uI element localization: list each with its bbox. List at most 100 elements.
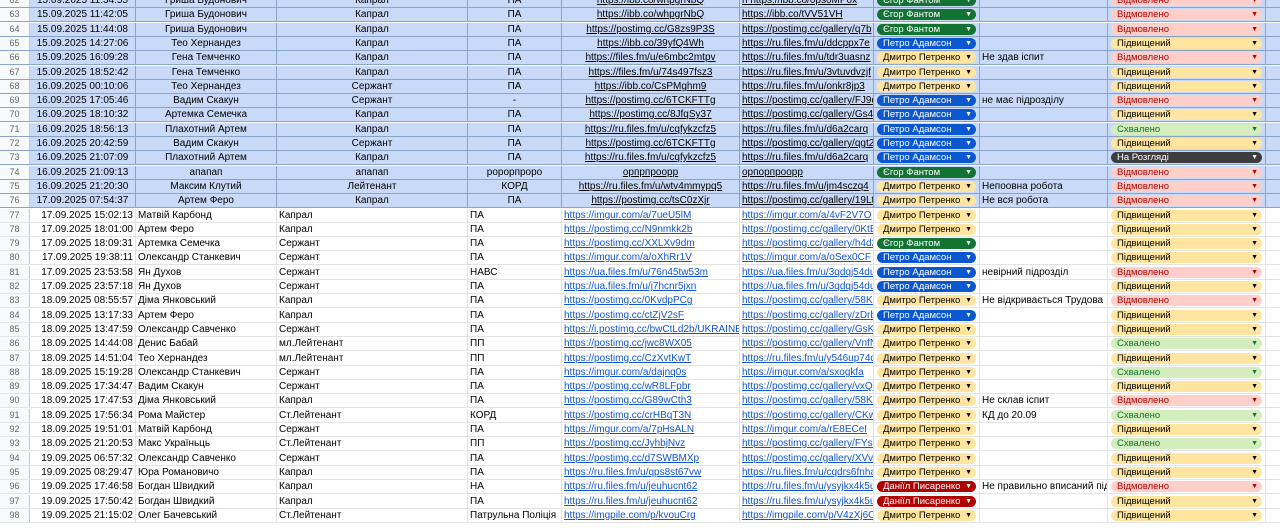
rank-cell[interactable]: апапап: [277, 166, 468, 179]
dropdown-arrow-icon[interactable]: ▼: [965, 210, 972, 221]
status-cell[interactable]: Відмовлено ▼: [1108, 0, 1266, 7]
name-cell[interactable]: Артем Феро: [136, 309, 277, 322]
rank-cell[interactable]: Капрал: [277, 51, 468, 64]
link-cell-1[interactable]: https://imgpile.com/p/kvouCrg: [562, 509, 740, 522]
rank-cell[interactable]: Капрал: [277, 123, 468, 136]
note-cell[interactable]: [980, 123, 1108, 136]
note-cell[interactable]: Непоовна робота: [980, 180, 1108, 193]
status-dropdown-chip[interactable]: Підвищений ▼: [1111, 224, 1262, 235]
link-text[interactable]: https://postimg.cc/gallery/h4d2: [742, 238, 873, 249]
link-cell-1[interactable]: https://ibb.co/CsPMghm9: [562, 80, 740, 93]
note-cell[interactable]: [980, 323, 1108, 336]
dropdown-arrow-icon[interactable]: ▼: [965, 224, 972, 235]
name-cell[interactable]: Плахотний Артем: [136, 123, 277, 136]
table-row[interactable]: 77 17.09.2025 15:02:13 Матвій Карбонд Капра…: [0, 209, 1280, 223]
rank-cell[interactable]: Сержант: [277, 366, 468, 379]
link-cell-2[interactable]: https://postimg.cc/gallery/58K7: [740, 294, 874, 307]
assignee-cell[interactable]: Петро Адамсон ▼: [874, 251, 980, 264]
link-cell-2[interactable]: https://ru.files.fm/u/cqdrs6fnha: [740, 466, 874, 479]
status-dropdown-chip[interactable]: Підвищений ▼: [1111, 281, 1262, 292]
note-cell[interactable]: [980, 495, 1108, 508]
assignee-dropdown-chip[interactable]: Петро Адамсон ▼: [877, 38, 976, 49]
timestamp-cell[interactable]: 16.09.2025 18:10:32: [30, 108, 136, 121]
rank-cell[interactable]: Сержант: [277, 423, 468, 436]
dropdown-arrow-icon[interactable]: ▼: [965, 9, 972, 20]
note-cell[interactable]: [980, 452, 1108, 465]
row-number[interactable]: 97: [0, 495, 30, 508]
link-cell-2[interactable]: https://postimg.cc/gallery/58K7: [740, 394, 874, 407]
status-dropdown-chip[interactable]: Підвищений ▼: [1111, 324, 1262, 335]
assignee-cell[interactable]: Єгор Фантом ▼: [874, 166, 980, 179]
dropdown-arrow-icon[interactable]: ▼: [1251, 353, 1258, 364]
assignee-dropdown-chip[interactable]: Петро Адамсон ▼: [877, 252, 976, 263]
status-cell[interactable]: Відмовлено ▼: [1108, 8, 1266, 21]
row-number[interactable]: 80: [0, 251, 30, 264]
unit-cell[interactable]: ПА: [468, 223, 562, 236]
assignee-cell[interactable]: Дмитро Петренко ▼: [874, 51, 980, 64]
link-text[interactable]: https://postimg.cc/gallery/FJ9d: [742, 95, 873, 106]
note-cell[interactable]: не має підрозділу: [980, 94, 1108, 107]
assignee-cell[interactable]: Дмитро Петренко ▼: [874, 337, 980, 350]
assignee-dropdown-chip[interactable]: Дмитро Петренко ▼: [877, 467, 976, 478]
rank-cell[interactable]: Сержант: [277, 237, 468, 250]
name-cell[interactable]: апапап: [136, 166, 277, 179]
status-dropdown-chip[interactable]: Відмовлено ▼: [1111, 9, 1262, 20]
unit-cell[interactable]: Патрульна Поліція: [468, 509, 562, 522]
unit-cell[interactable]: ПА: [468, 495, 562, 508]
link-text[interactable]: https://imgur.com/a/oSex0CF: [742, 252, 871, 263]
dropdown-arrow-icon[interactable]: ▼: [965, 467, 972, 478]
assignee-cell[interactable]: Єгор Фантом ▼: [874, 0, 980, 7]
link-cell-1[interactable]: https://imgur.com/a/dajnq0s: [562, 366, 740, 379]
link-text[interactable]: https://ibb.co/tVV51VH: [742, 9, 843, 20]
dropdown-arrow-icon[interactable]: ▼: [965, 438, 972, 449]
dropdown-arrow-icon[interactable]: ▼: [965, 310, 972, 321]
link-text[interactable]: https://ru.files.fm/u/cqdrs6fnha: [742, 467, 873, 478]
assignee-dropdown-chip[interactable]: Дмитро Петренко ▼: [877, 438, 976, 449]
dropdown-arrow-icon[interactable]: ▼: [965, 367, 972, 378]
assignee-cell[interactable]: Дмитро Петренко ▼: [874, 437, 980, 450]
status-dropdown-chip[interactable]: Підвищений ▼: [1111, 467, 1262, 478]
status-cell[interactable]: Підвищений ▼: [1108, 66, 1266, 79]
link-text[interactable]: https://imgur.com/a/4vF2V7O: [742, 210, 872, 221]
link-cell-1[interactable]: https://files.fm/u/e6mbc2mtpv: [562, 51, 740, 64]
dropdown-arrow-icon[interactable]: ▼: [965, 453, 972, 464]
assignee-dropdown-chip[interactable]: Дмитро Петренко ▼: [877, 338, 976, 349]
assignee-cell[interactable]: Дмитро Петренко ▼: [874, 394, 980, 407]
note-cell[interactable]: [980, 209, 1108, 222]
rank-cell[interactable]: Капрал: [277, 209, 468, 222]
link-cell-1[interactable]: https://i.postimg.cc/bwCtLd2b/UKRAINE-GT…: [562, 323, 740, 336]
dropdown-arrow-icon[interactable]: ▼: [965, 295, 972, 306]
timestamp-cell[interactable]: 18.09.2025 08:55:57: [30, 294, 136, 307]
status-cell[interactable]: На Розгляді ▼: [1108, 151, 1266, 164]
unit-cell[interactable]: ПА: [468, 366, 562, 379]
dropdown-arrow-icon[interactable]: ▼: [1251, 496, 1258, 507]
status-cell[interactable]: Підвищений ▼: [1108, 280, 1266, 293]
table-row[interactable]: 87 18.09.2025 14:51:04 Тео Хернандез мл.Лей…: [0, 352, 1280, 366]
unit-cell[interactable]: ПА: [468, 66, 562, 79]
unit-cell[interactable]: -: [468, 94, 562, 107]
status-dropdown-chip[interactable]: Підвищений ▼: [1111, 381, 1262, 392]
timestamp-cell[interactable]: 15.09.2025 11:42:05: [30, 8, 136, 21]
status-cell[interactable]: Схвалено ▼: [1108, 123, 1266, 136]
row-number[interactable]: 92: [0, 423, 30, 436]
row-number[interactable]: 91: [0, 409, 30, 422]
assignee-dropdown-chip[interactable]: Єгор Фантом ▼: [877, 0, 976, 6]
name-cell[interactable]: Артем Феро: [136, 194, 277, 207]
link-cell-1[interactable]: https://postimg.cc/6TCKFTTg: [562, 137, 740, 150]
name-cell[interactable]: Тео Хернандез: [136, 352, 277, 365]
assignee-dropdown-chip[interactable]: Дмитро Петренко ▼: [877, 410, 976, 421]
table-row[interactable]: 62 15.09.2025 11:34:55 Гриша Будонович Капр…: [0, 0, 1280, 8]
status-cell[interactable]: Відмовлено ▼: [1108, 294, 1266, 307]
assignee-dropdown-chip[interactable]: Дмитро Петренко ▼: [877, 395, 976, 406]
dropdown-arrow-icon[interactable]: ▼: [1251, 195, 1258, 206]
row-number[interactable]: 88: [0, 366, 30, 379]
status-dropdown-chip[interactable]: Відмовлено ▼: [1111, 95, 1262, 106]
note-cell[interactable]: [980, 509, 1108, 522]
link-text[interactable]: https://postimg.cc/ctZjV2sF: [564, 310, 684, 321]
note-cell[interactable]: [980, 108, 1108, 121]
unit-cell[interactable]: ПА: [468, 294, 562, 307]
link-cell-2[interactable]: https://imgpile.com/p/V4zXj6C: [740, 509, 874, 522]
unit-cell[interactable]: ПА: [468, 423, 562, 436]
link-text[interactable]: https://ibb.co/whpgrNbQ: [597, 9, 704, 20]
link-cell-2[interactable]: https://imgur.com/a/4vF2V7O: [740, 209, 874, 222]
